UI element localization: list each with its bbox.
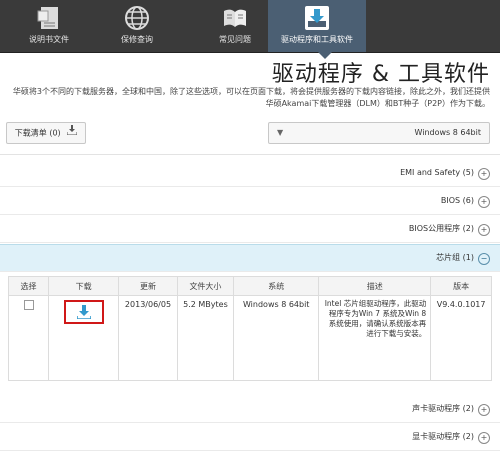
category-label: BIOS公用程序 (2) [408, 224, 474, 233]
download-tray-icon [304, 5, 330, 31]
table-header-row: 选择 下载 更新 文件大小 系统 描述 版本 [7, 276, 492, 296]
header-date: 更新 [118, 276, 178, 296]
page-title: 驱动程序 & 工具软件 [271, 62, 490, 87]
nav-item-manuals[interactable]: 说明书文件 [0, 0, 98, 52]
document-icon [36, 5, 62, 31]
page-description: 华硕将3个不同的下载服务器，全球和中国，除了这些选项，可以在页面下载，将会提供服… [12, 87, 490, 108]
nav-item-label: 保修查询 [121, 35, 153, 44]
collapse-minus-icon: − [478, 253, 490, 265]
expand-plus-icon: + [478, 168, 490, 180]
download-cart-label: 下载清单 (0) [14, 128, 61, 138]
description-cell: Intel 芯片组驱动程序，此驱动程序专为Win 7 系统及Win 8 系统使用… [318, 295, 432, 381]
top-navigation-bar: 驱动程序和工具软件 常见问题 保修查询 说明书文件 [0, 0, 500, 53]
category-label: 芯片组 (1) [436, 253, 474, 262]
download-icon [76, 305, 91, 319]
category-label: 声卡驱动程序 (2) [412, 404, 474, 413]
header-os: 系统 [233, 276, 320, 296]
book-icon [222, 5, 248, 31]
expand-plus-icon: + [478, 404, 490, 416]
download-cell [48, 295, 120, 381]
category-row-audio[interactable]: + 声卡驱动程序 (2) [0, 396, 500, 423]
select-checkbox[interactable] [23, 300, 34, 310]
download-cart-button[interactable]: 下载清单 (0) [6, 122, 86, 144]
nav-item-faq[interactable]: 常见问题 [186, 0, 284, 52]
globe-icon [124, 5, 150, 31]
category-label: BIOS (6) [440, 196, 474, 205]
category-label: 显卡驱动程序 (2) [412, 432, 474, 441]
driver-table: 选择 下载 更新 文件大小 系统 描述 版本 2013/06/05 5.2 MB… [7, 276, 492, 381]
chevron-down-icon: ▼ [277, 128, 284, 137]
category-row-bios-utilities[interactable]: + BIOS公用程序 (2) [0, 216, 500, 243]
os-cell: Windows 8 64bit [233, 295, 320, 381]
expand-plus-icon: + [478, 196, 490, 208]
nav-item-label: 常见问题 [219, 35, 251, 44]
expand-plus-icon: + [478, 432, 490, 444]
select-cell [7, 295, 50, 381]
date-cell: 2013/06/05 [118, 295, 178, 381]
category-row-vga[interactable]: + 显卡驱动程序 (2) [0, 424, 500, 451]
expand-plus-icon: + [478, 224, 490, 236]
divider [0, 154, 500, 155]
category-row-emi-safety[interactable]: + EMI and Safety (5) [0, 160, 500, 187]
header-version: 版本 [430, 276, 492, 296]
header-description: 描述 [318, 276, 432, 296]
header-select: 选择 [7, 276, 50, 296]
nav-item-label: 说明书文件 [29, 35, 69, 44]
category-row-chipset[interactable]: − 芯片组 (1) [0, 244, 500, 272]
size-cell: 5.2 MBytes [176, 295, 235, 381]
os-select-dropdown[interactable]: ▼ Windows 8 64bit [268, 122, 490, 144]
os-select-value: Windows 8 64bit [414, 128, 481, 137]
header-download: 下载 [48, 276, 120, 296]
version-cell: V9.4.0.1017 [430, 295, 492, 381]
cart-download-icon [66, 123, 78, 143]
download-button[interactable] [63, 300, 104, 324]
nav-item-warranty[interactable]: 保修查询 [88, 0, 186, 52]
category-row-bios[interactable]: + BIOS (6) [0, 188, 500, 215]
table-row: 2013/06/05 5.2 MBytes Windows 8 64bit In… [7, 295, 492, 381]
header-size: 文件大小 [176, 276, 235, 296]
category-label: EMI and Safety (5) [400, 168, 474, 177]
